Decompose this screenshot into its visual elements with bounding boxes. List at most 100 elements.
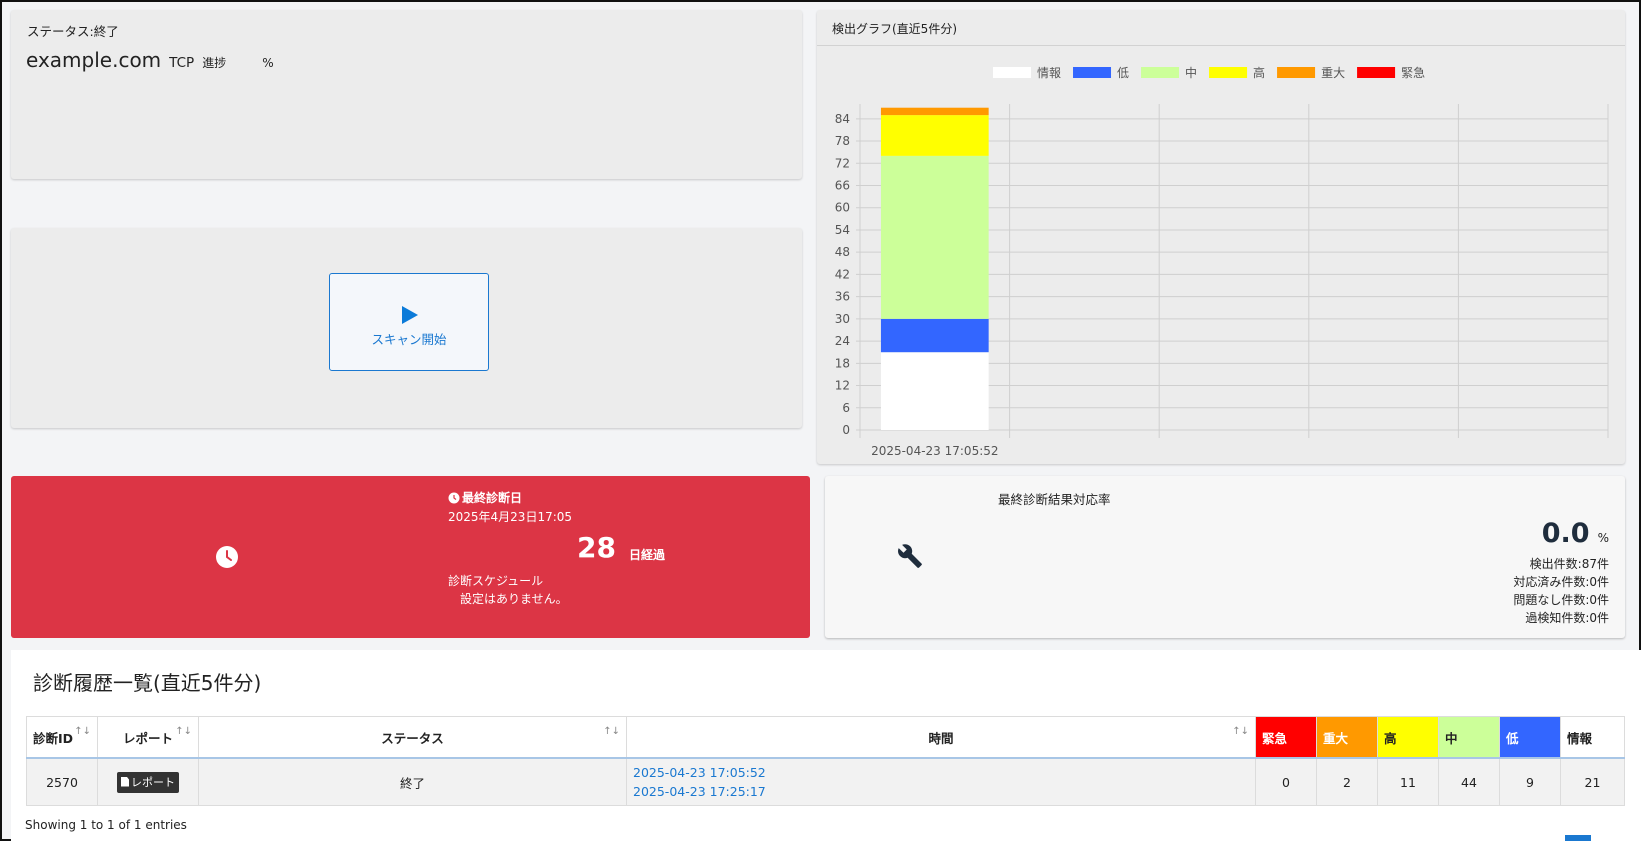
legend-swatch	[1357, 67, 1396, 78]
y-tick-label: 72	[835, 156, 850, 170]
response-rate-title: 最終診断結果対応率	[998, 492, 1111, 507]
host-name: example.com	[26, 48, 162, 72]
response-rate-row: 0.0 %	[1542, 518, 1609, 549]
chart-header: 検出グラフ(直近5件分)	[817, 10, 1625, 46]
column-header-id[interactable]: 診断ID ↑↓	[26, 716, 98, 759]
sort-icon: ↑↓	[603, 726, 620, 737]
legend-label: 高	[1253, 65, 1265, 80]
legend-swatch	[993, 67, 1031, 78]
table-header-row: 診断ID ↑↓ レポート ↑↓ ステータス ↑↓ 時間 ↑↓ 緊急 重大 高 中 低 情…	[26, 716, 1625, 759]
bar-segment	[880, 155, 989, 319]
schedule-value: 設定はありません。	[460, 592, 568, 606]
history-table: 診断ID ↑↓ レポート ↑↓ ステータス ↑↓ 時間 ↑↓ 緊急 重大 高 中 低 情…	[26, 716, 1625, 806]
bar-segment	[880, 115, 989, 156]
bar-segment	[880, 107, 989, 116]
column-header-time[interactable]: 時間 ↑↓	[626, 716, 1256, 759]
bar-segment	[880, 352, 989, 430]
sort-icon: ↑↓	[175, 726, 192, 737]
cell-low: 9	[1499, 757, 1561, 806]
legend-swatch	[1141, 67, 1180, 78]
cell-id: 2570	[26, 757, 98, 806]
cell-report: レポート	[97, 757, 199, 806]
pagination-active-page[interactable]	[1565, 835, 1591, 841]
report-button[interactable]: レポート	[117, 771, 179, 793]
response-rate-card: 最終診断結果対応率 0.0 % 検出件数:87件 対応済み件数:0件 問題なし件…	[825, 476, 1625, 638]
y-tick-label: 30	[835, 312, 850, 326]
legend-swatch	[1209, 67, 1248, 78]
bar-segment	[880, 318, 989, 353]
y-tick-label: 78	[835, 134, 850, 148]
clock-icon	[216, 546, 238, 568]
progress-unit: %	[262, 56, 274, 70]
schedule-label: 診断スケジュール	[448, 574, 544, 588]
days-elapsed-unit: 日経過	[629, 548, 666, 562]
time-start-link[interactable]: 2025-04-23 17:05:52	[633, 763, 1249, 782]
response-rate-unit: %	[1597, 531, 1609, 545]
status-label: ステータス:終了	[27, 24, 119, 39]
y-tick-label: 6	[842, 401, 850, 415]
scan-start-button[interactable]: スキャン開始	[329, 273, 489, 371]
response-rate-value: 0.0	[1541, 518, 1590, 549]
x-tick-label: 2025-04-23 17:05:52	[871, 444, 998, 458]
chart-title: 検出グラフ(直近5件分)	[832, 22, 957, 36]
cell-status: 終了	[198, 757, 627, 806]
last-scan-card: 最終診断日 2025年4月23日17:05 28 日経過 診断スケジュール 設定…	[11, 476, 810, 638]
y-tick-label: 54	[835, 223, 850, 237]
cell-info: 21	[1560, 757, 1625, 806]
sort-icon: ↑↓	[74, 726, 91, 737]
column-header-medium: 中	[1438, 716, 1500, 759]
host-row: example.com TCP 進捗 %	[26, 48, 274, 72]
y-tick-label: 12	[835, 379, 850, 393]
sort-icon: ↑↓	[1232, 726, 1249, 737]
column-header-info: 情報	[1560, 716, 1625, 759]
legend-label: 緊急	[1401, 65, 1425, 80]
y-tick-label: 36	[835, 290, 850, 304]
column-header-report[interactable]: レポート ↑↓	[97, 716, 199, 759]
column-header-high: 高	[1377, 716, 1439, 759]
detection-chart-card: 検出グラフ(直近5件分) 0 6 12 18 24 30 36 42 48 54 60 66 72 78 8…	[817, 10, 1625, 464]
no-issue-count: 問題なし件数:0件	[1513, 593, 1609, 607]
legend-label: 中	[1185, 65, 1197, 80]
y-tick-label: 42	[835, 267, 850, 281]
legend-swatch	[1277, 67, 1316, 78]
cell-time: 2025-04-23 17:05:52 2025-04-23 17:25:17	[626, 757, 1256, 806]
y-tick-label: 18	[835, 356, 850, 370]
cell-severe: 2	[1316, 757, 1378, 806]
column-header-severe: 重大	[1316, 716, 1378, 759]
document-icon	[121, 776, 129, 787]
scan-start-label: スキャン開始	[371, 332, 447, 347]
days-elapsed-count: 28	[577, 531, 616, 564]
cell-critical: 0	[1255, 757, 1317, 806]
scan-start-card: スキャン開始	[11, 228, 802, 428]
y-tick-label: 60	[835, 201, 850, 215]
history-title: 診断履歴一覧(直近5件分)	[33, 671, 262, 695]
last-scan-label: 最終診断日	[462, 491, 523, 505]
column-header-low: 低	[1499, 716, 1561, 759]
handled-count: 対応済み件数:0件	[1513, 575, 1609, 589]
time-end-link[interactable]: 2025-04-23 17:25:17	[633, 782, 1249, 801]
legend-label: 重大	[1321, 66, 1345, 80]
y-tick-label: 0	[842, 423, 850, 437]
legend-label: 低	[1117, 66, 1129, 80]
clock-small-icon	[448, 492, 460, 503]
false-positive-count: 過検知件数:0件	[1525, 611, 1609, 625]
table-info-text: Showing 1 to 1 of 1 entries	[25, 818, 187, 832]
column-header-critical: 緊急	[1255, 716, 1317, 759]
detected-count: 検出件数:87件	[1529, 557, 1609, 571]
cell-high: 11	[1377, 757, 1439, 806]
y-tick-label: 24	[835, 334, 850, 348]
y-tick-label: 84	[835, 112, 850, 126]
table-row: 2570 レポート 終了 2025-04-23 17:05:52 2025-04…	[26, 757, 1625, 806]
cell-medium: 44	[1438, 757, 1500, 806]
column-header-status[interactable]: ステータス ↑↓	[198, 716, 627, 759]
y-tick-label: 66	[835, 179, 850, 193]
last-scan-date: 2025年4月23日17:05	[448, 510, 573, 524]
y-tick-label: 48	[835, 245, 850, 259]
last-scan-label-row: 最終診断日	[448, 489, 522, 506]
history-card: 診断履歴一覧(直近5件分) 診断ID ↑↓ レポート ↑↓ ステータス ↑↓ 時間 ↑↓…	[11, 650, 1641, 841]
scan-status-card: ステータス:終了 example.com TCP 進捗 %	[11, 10, 802, 179]
detection-chart: 0 6 12 18 24 30 36 42 48 54 60 66 72 78 84 2025-04-23 1…	[835, 65, 1609, 458]
legend-swatch	[1073, 67, 1112, 78]
legend-label: 情報	[1037, 66, 1061, 80]
protocol-label: TCP	[169, 55, 195, 71]
